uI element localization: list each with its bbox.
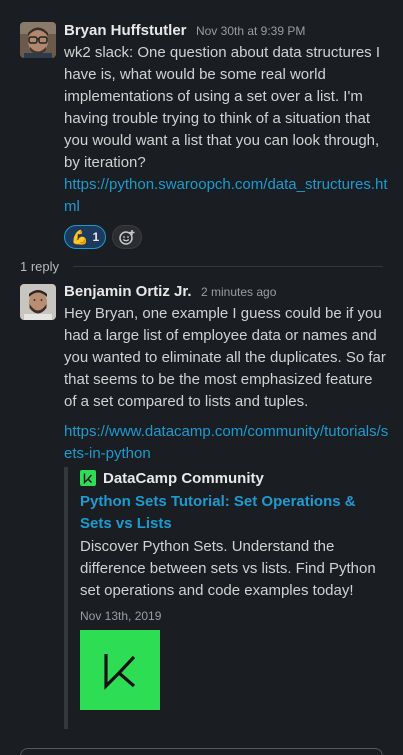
reaction-flexed-biceps[interactable]: 💪 1: [64, 225, 107, 249]
add-reaction-button[interactable]: [112, 225, 143, 249]
timestamp[interactable]: 2 minutes ago: [201, 285, 276, 299]
preview-site: DataCamp Community: [80, 467, 386, 489]
avatar-bryan[interactable]: [20, 22, 56, 58]
preview-date: Nov 13th, 2019: [80, 609, 162, 623]
divider-line: [73, 265, 383, 267]
datacamp-logo-icon: [80, 470, 96, 486]
reply-divider: 1 reply: [20, 257, 383, 275]
author-name[interactable]: Benjamin Ortiz Jr.: [64, 283, 192, 300]
message-composer[interactable]: [20, 748, 383, 755]
author-name[interactable]: Bryan Huffstutler: [64, 22, 187, 39]
message-body: Benjamin Ortiz Jr. 2 minutes ago Hey Bry…: [64, 281, 389, 465]
message-body: Bryan Huffstutler Nov 30th at 9:39 PM wk…: [64, 20, 389, 249]
datacamp-logo-icon: [104, 654, 136, 690]
message-link[interactable]: https://www.datacamp.com/community/tutor…: [64, 421, 389, 465]
link-preview: DataCamp Community Python Sets Tutorial:…: [64, 467, 386, 729]
reply-count: 1 reply: [20, 258, 60, 274]
message-text: Hey Bryan, one example I guess could be …: [64, 305, 386, 410]
reaction-count: 1: [92, 230, 100, 244]
message-text: wk2 slack: One question about data struc…: [64, 44, 381, 171]
site-name[interactable]: DataCamp Community: [103, 470, 264, 487]
flexed-biceps-icon: 💪: [71, 229, 89, 245]
preview-thumbnail[interactable]: [80, 630, 160, 710]
message-header: Benjamin Ortiz Jr. 2 minutes ago: [64, 281, 389, 303]
message-header: Bryan Huffstutler Nov 30th at 9:39 PM: [64, 20, 389, 42]
add-reaction-icon: [119, 230, 135, 245]
avatar-benjamin[interactable]: [20, 284, 56, 320]
preview-description: Discover Python Sets. Understand the dif…: [80, 538, 376, 599]
preview-title[interactable]: Python Sets Tutorial: Set Operations & S…: [80, 491, 386, 535]
thread-view: Bryan Huffstutler Nov 30th at 9:39 PM wk…: [0, 0, 403, 755]
timestamp[interactable]: Nov 30th at 9:39 PM: [196, 24, 305, 38]
reactions-bar: 💪 1: [64, 225, 389, 249]
message-link[interactable]: https://python.swaroopch.com/data_struct…: [64, 174, 389, 218]
